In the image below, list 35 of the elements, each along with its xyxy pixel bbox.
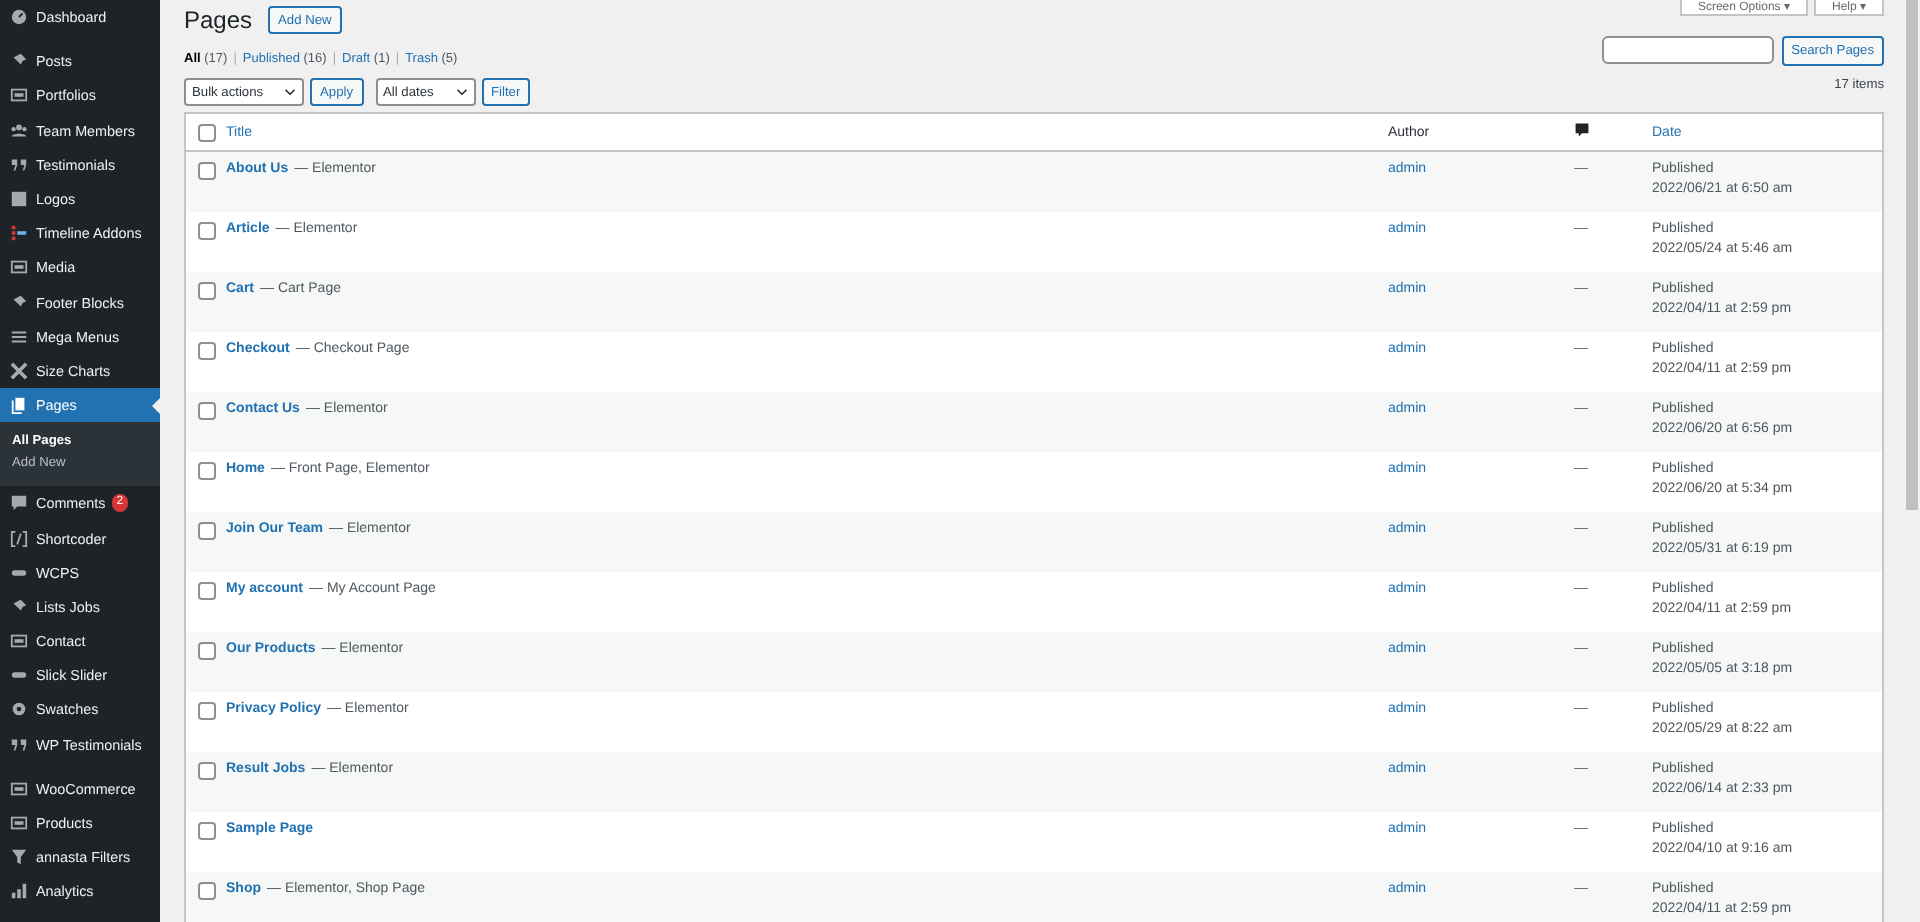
row-checkbox[interactable]	[197, 342, 215, 360]
row-checkbox[interactable]	[197, 822, 215, 840]
cross-icon	[10, 361, 28, 380]
row-checkbox[interactable]	[197, 642, 215, 660]
grid-icon	[10, 190, 28, 209]
funnel-icon	[10, 848, 28, 867]
gauge-icon	[10, 8, 28, 27]
select-all-checkbox[interactable]	[197, 123, 215, 141]
dots-icon	[10, 224, 28, 243]
quote-icon	[10, 155, 28, 174]
row-checkbox[interactable]	[197, 402, 215, 420]
caret-icon	[284, 88, 296, 96]
people-icon	[10, 121, 28, 140]
row-checkbox[interactable]	[197, 282, 215, 300]
row-checkbox[interactable]	[197, 462, 215, 480]
pin-icon	[10, 293, 28, 312]
row-checkbox[interactable]	[197, 882, 215, 900]
bubble-icon	[10, 494, 28, 513]
code-icon	[10, 529, 28, 548]
page-title: Pages	[184, 6, 253, 34]
comment-icon	[1574, 122, 1590, 138]
search-field[interactable]	[1601, 36, 1774, 64]
row-checkbox[interactable]	[197, 582, 215, 600]
quote-icon	[10, 735, 28, 754]
caret-icon	[455, 88, 467, 96]
gear-icon	[10, 700, 28, 719]
row-checkbox[interactable]	[197, 702, 215, 720]
lines-icon	[10, 327, 28, 346]
page-icon	[10, 396, 28, 415]
bars-icon	[10, 882, 28, 901]
row-checkbox[interactable]	[197, 222, 215, 240]
row-checkbox[interactable]	[197, 522, 215, 540]
row-checkbox[interactable]	[197, 162, 215, 180]
pin-icon	[10, 597, 28, 616]
row-checkbox[interactable]	[197, 762, 215, 780]
